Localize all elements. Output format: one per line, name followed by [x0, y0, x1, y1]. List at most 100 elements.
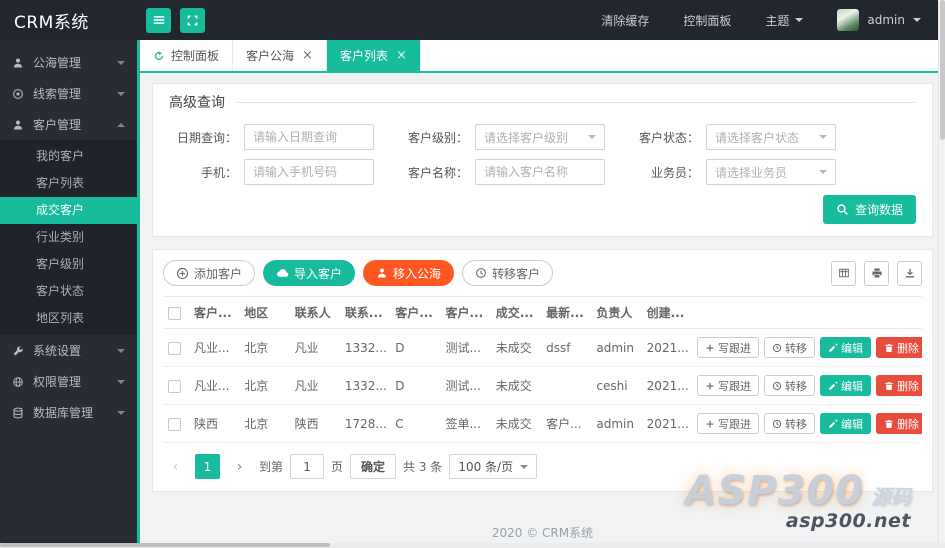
edit-button[interactable]: 编辑	[820, 375, 871, 396]
goto-page-input[interactable]	[290, 454, 325, 479]
sidebar-item-label: 公海管理	[33, 56, 82, 70]
cell: 2021...	[641, 366, 692, 405]
user-menu[interactable]: admin	[837, 9, 921, 31]
date-query-input[interactable]	[244, 124, 374, 150]
print-button[interactable]	[864, 260, 889, 286]
chevron-down-icon	[117, 410, 125, 419]
column-header[interactable]: 客户...	[440, 296, 491, 329]
sidebar-item-database[interactable]: 数据库管理	[0, 397, 137, 428]
transfer-button[interactable]: 转移	[764, 413, 815, 434]
transfer-button[interactable]: 转移	[764, 375, 815, 396]
move-to-pool-label: 移入公海	[393, 266, 442, 281]
date-query-label: 日期查询：	[176, 130, 237, 145]
database-icon	[13, 407, 23, 418]
delete-button[interactable]: 删除	[876, 337, 922, 358]
table-row: 陕西 北京 陕西 1728... C 签单... 未成交 客户... admin…	[163, 404, 922, 443]
tab-customer-list[interactable]: 客户列表 ×	[326, 40, 421, 71]
salesman-select[interactable]: 请选择业务员	[706, 159, 836, 185]
sidebar-item-system-settings[interactable]: 系统设置	[0, 335, 137, 366]
column-header[interactable]: 联系...	[339, 296, 391, 329]
edit-button[interactable]: 编辑	[820, 337, 871, 358]
transfer-customer-button[interactable]: 转移客户	[462, 260, 554, 286]
select-all-checkbox[interactable]	[168, 306, 181, 320]
sidebar-item-public-pool[interactable]: 公海管理	[0, 47, 137, 78]
submenu-item-my-customers[interactable]: 我的客户	[0, 143, 137, 170]
delete-button[interactable]: 删除	[876, 375, 922, 396]
select-row-checkbox[interactable]	[168, 341, 181, 355]
transfer-label: 转移	[785, 341, 807, 355]
follow-up-button[interactable]: 写跟进	[697, 375, 759, 396]
export-button[interactable]	[897, 260, 922, 286]
goto-suffix-label: 页	[331, 460, 344, 474]
sidebar: 公海管理 线索管理 客户管理 我的客户 客户列表 成交客户 行业类别 客户级别 …	[0, 40, 137, 548]
column-header[interactable]: 成交...	[490, 296, 542, 329]
clear-cache-link[interactable]: 清除缓存	[601, 12, 649, 29]
delete-label: 删除	[897, 379, 919, 393]
submenu-item-industry-category[interactable]: 行业类别	[0, 224, 137, 251]
select-row-checkbox[interactable]	[168, 379, 181, 393]
mobile-input[interactable]	[244, 159, 374, 185]
customer-name-input[interactable]	[475, 159, 605, 185]
follow-up-button[interactable]: 写跟进	[697, 337, 759, 358]
customer-status-select[interactable]: 请选择客户状态	[706, 124, 836, 150]
prev-page-button[interactable]: ‹	[163, 454, 188, 479]
horizontal-scrollbar[interactable]	[0, 543, 945, 548]
chevron-down-icon	[117, 348, 125, 357]
sidebar-item-leads[interactable]: 线索管理	[0, 78, 137, 109]
submenu-item-closed-customers[interactable]: 成交客户	[0, 197, 137, 224]
tab-dashboard[interactable]: 控制面板	[140, 40, 234, 71]
close-icon[interactable]: ×	[302, 48, 313, 63]
columns-toggle-button[interactable]	[831, 260, 856, 286]
column-header[interactable]: 最新...	[541, 296, 592, 329]
edit-button[interactable]: 编辑	[820, 413, 871, 434]
column-header[interactable]: 联系人	[289, 296, 340, 329]
customer-level-select[interactable]: 请选择客户级别	[475, 124, 605, 150]
vertical-scrollbar[interactable]	[938, 0, 945, 548]
submenu-item-region-list[interactable]: 地区列表	[0, 305, 137, 332]
delete-button[interactable]: 删除	[876, 413, 922, 434]
clock-icon	[476, 268, 486, 278]
trash-icon	[885, 419, 893, 428]
customer-level-label: 客户级别：	[407, 130, 468, 145]
close-icon[interactable]: ×	[396, 48, 407, 63]
sidebar-toggle-button[interactable]	[146, 7, 171, 33]
goto-prefix-label: 到第	[259, 460, 284, 474]
per-page-select[interactable]: 100 条/页	[449, 454, 538, 479]
search-button[interactable]: 查询数据	[822, 195, 916, 224]
customer-name-label: 客户名称：	[407, 165, 468, 180]
sidebar-item-customers[interactable]: 客户管理	[0, 109, 137, 140]
theme-dropdown[interactable]: 主题	[765, 12, 804, 29]
control-panel-link[interactable]: 控制面板	[683, 12, 731, 29]
add-customer-button[interactable]: 添加客户	[163, 260, 256, 286]
next-page-button[interactable]: ›	[227, 454, 252, 479]
plus-icon	[706, 420, 714, 427]
follow-up-label: 写跟进	[718, 341, 751, 355]
cell	[541, 366, 592, 405]
legend-line	[237, 101, 916, 103]
cell: 测试...	[440, 328, 491, 367]
expand-icon	[187, 15, 198, 25]
select-row-checkbox[interactable]	[168, 417, 181, 431]
column-header[interactable]: 客户...	[189, 296, 240, 329]
scrollbar-thumb[interactable]	[940, 0, 945, 140]
tab-customer-pool[interactable]: 客户公海 ×	[233, 40, 327, 71]
transfer-button[interactable]: 转移	[764, 337, 815, 358]
column-header[interactable]: 客户...	[390, 296, 441, 329]
sidebar-item-permissions[interactable]: 权限管理	[0, 366, 137, 397]
submenu-item-customer-level[interactable]: 客户级别	[0, 251, 137, 278]
goto-confirm-button[interactable]: 确定	[350, 454, 397, 479]
submenu-item-customer-status[interactable]: 客户状态	[0, 278, 137, 305]
column-header[interactable]: 创建...	[641, 296, 692, 329]
fullscreen-button[interactable]	[180, 7, 205, 33]
search-icon	[837, 204, 848, 215]
move-to-pool-button[interactable]: 移入公海	[363, 260, 455, 286]
import-customer-button[interactable]: 导入客户	[263, 260, 356, 286]
search-legend: 高级查询	[169, 92, 916, 112]
page-button-1[interactable]: 1	[195, 454, 220, 479]
avatar[interactable]	[837, 9, 860, 31]
scrollbar-thumb[interactable]	[0, 543, 330, 547]
column-header[interactable]: 地区	[239, 296, 290, 329]
follow-up-button[interactable]: 写跟进	[697, 413, 759, 434]
column-header[interactable]: 负责人	[591, 296, 642, 329]
submenu-item-customer-list[interactable]: 客户列表	[0, 170, 137, 197]
